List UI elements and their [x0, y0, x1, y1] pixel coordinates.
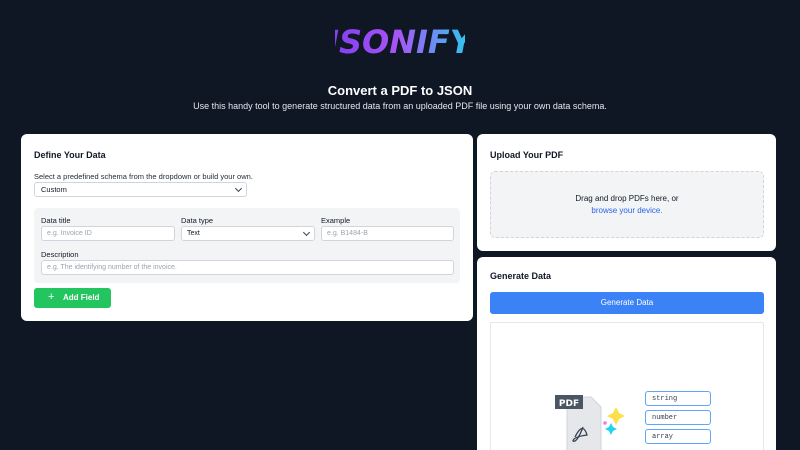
data-title-input[interactable]: e.g. Invoice ID — [41, 226, 175, 241]
pdf-document-icon: PDF — [555, 395, 625, 450]
browse-device-link[interactable]: browse your device. — [491, 206, 763, 215]
schema-dropdown-value: Custom — [41, 185, 67, 194]
type-tag-string: string — [645, 391, 711, 406]
define-data-title: Define Your Data — [34, 150, 106, 160]
chevron-down-icon — [302, 228, 311, 237]
generate-title: Generate Data — [490, 271, 552, 281]
page-title: Convert a PDF to JSON — [327, 83, 473, 98]
example-label: Example — [321, 216, 351, 225]
dropzone-text: Drag and drop PDFs here, or — [575, 194, 679, 203]
generate-data-button[interactable]: Generate Data — [490, 292, 764, 314]
sparkle-dot — [603, 421, 607, 425]
data-title-label: Data title — [41, 216, 71, 225]
plus-icon: + — [48, 291, 55, 303]
example-input[interactable]: e.g. B1484-B — [321, 226, 454, 241]
type-tag-number: number — [645, 410, 711, 425]
pdf-dropzone[interactable]: Drag and drop PDFs here, or browse your … — [490, 171, 764, 238]
pdf-label: PDF — [559, 399, 579, 409]
sparkle-icon — [605, 423, 617, 435]
data-type-label: Data type — [181, 216, 214, 225]
field-row: Data title e.g. Invoice ID Data type Tex… — [34, 208, 460, 283]
chevron-down-icon — [234, 184, 243, 193]
sparkle-icon — [607, 407, 625, 425]
description-input[interactable]: e.g. The identifying number of the invoi… — [41, 260, 454, 275]
data-type-value: Text — [187, 230, 200, 237]
output-preview: PDF string number array — [490, 322, 764, 450]
page-subtitle: Use this handy tool to generate structur… — [193, 101, 607, 111]
generate-card: Generate Data Generate Data PDF string n… — [477, 257, 776, 450]
define-data-card: Define Your Data Select a predefined sch… — [21, 134, 473, 321]
upload-card: Upload Your PDF Drag and drop PDFs here,… — [477, 134, 776, 251]
description-label: Description — [41, 250, 79, 259]
type-tag-array: array — [645, 429, 711, 444]
add-field-label: Add Field — [63, 293, 100, 302]
svg-text:JSONIFY: JSONIFY — [335, 23, 465, 61]
schema-dropdown[interactable]: Custom — [34, 182, 247, 197]
jsonify-logo: JSONIFY — [0, 16, 800, 69]
add-field-button[interactable]: + Add Field — [34, 288, 111, 308]
upload-title: Upload Your PDF — [490, 150, 564, 160]
schema-helper-text: Select a predefined schema from the drop… — [34, 172, 253, 181]
data-type-select[interactable]: Text — [181, 226, 315, 241]
